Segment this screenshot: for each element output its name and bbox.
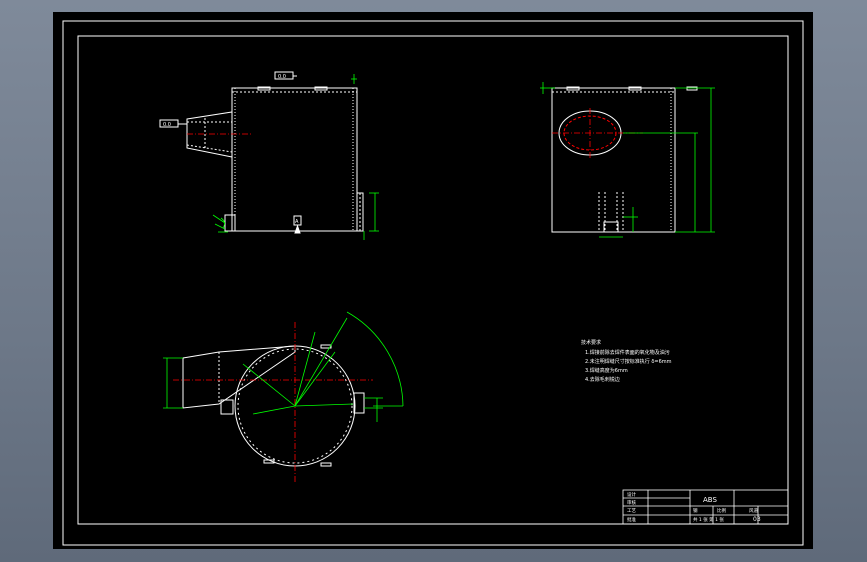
title-scale: 比例 <box>717 507 726 514</box>
plan-view <box>182 344 365 467</box>
front-view-inlet-duct <box>186 111 233 158</box>
sheet-outer-border <box>62 20 804 546</box>
title-row-approve: 批准 <box>627 516 636 523</box>
note-item-3: 3.焊缝高度为6mm <box>585 367 628 374</box>
side-view-body <box>551 87 676 233</box>
bottom-tag-text: A <box>295 219 299 225</box>
note-item-4: 4.去除毛刺锐边 <box>585 376 620 383</box>
title-row-process: 工艺 <box>627 508 636 514</box>
note-item-1: 1.焊接前除去焊件表面的氧化物及油污 <box>585 349 670 356</box>
front-view-tags: 0.0 0.0 A <box>163 74 299 225</box>
flange-tag-text: 0.0 <box>278 74 286 80</box>
title-company: 风道 <box>749 507 758 514</box>
title-sheet: 共 1 张 第 1 张 <box>693 516 724 523</box>
cad-drawing: 0.0 0.0 A 技术要求 1.焊接前除去焊件表面的氧化物及油污 2.未注明焊… <box>62 20 804 546</box>
notes-heading: 技术要求 <box>581 339 601 346</box>
front-view <box>159 71 364 234</box>
title-drawing-no: 03 <box>753 516 761 523</box>
title-block-text: 设计 审核 工艺 批准 ABS 钢 比例 共 1 张 第 1 张 风道 03 <box>627 491 761 523</box>
side-view <box>551 86 698 233</box>
title-material: 钢 <box>693 507 698 514</box>
note-item-2: 2.未注明焊缝尺寸按标准执行 δ=6mm <box>585 358 672 365</box>
plan-view-inlet-duct <box>182 345 296 409</box>
cad-viewport[interactable]: 0.0 0.0 A 技术要求 1.焊接前除去焊件表面的氧化物及油污 2.未注明焊… <box>53 12 813 549</box>
title-row-review: 审核 <box>627 499 636 506</box>
front-view-dimensions <box>187 74 379 240</box>
technical-notes: 技术要求 1.焊接前除去焊件表面的氧化物及油污 2.未注明焊缝尺寸按标准执行 δ… <box>581 339 672 383</box>
title-row-design: 设计 <box>627 491 636 498</box>
sheet-inner-border <box>77 35 789 525</box>
front-view-body <box>231 87 358 232</box>
title-part-name: ABS <box>703 496 717 504</box>
inlet-tag-text: 0.0 <box>163 122 171 128</box>
side-view-dimensions <box>540 82 715 238</box>
plan-view-dimensions <box>163 311 404 482</box>
